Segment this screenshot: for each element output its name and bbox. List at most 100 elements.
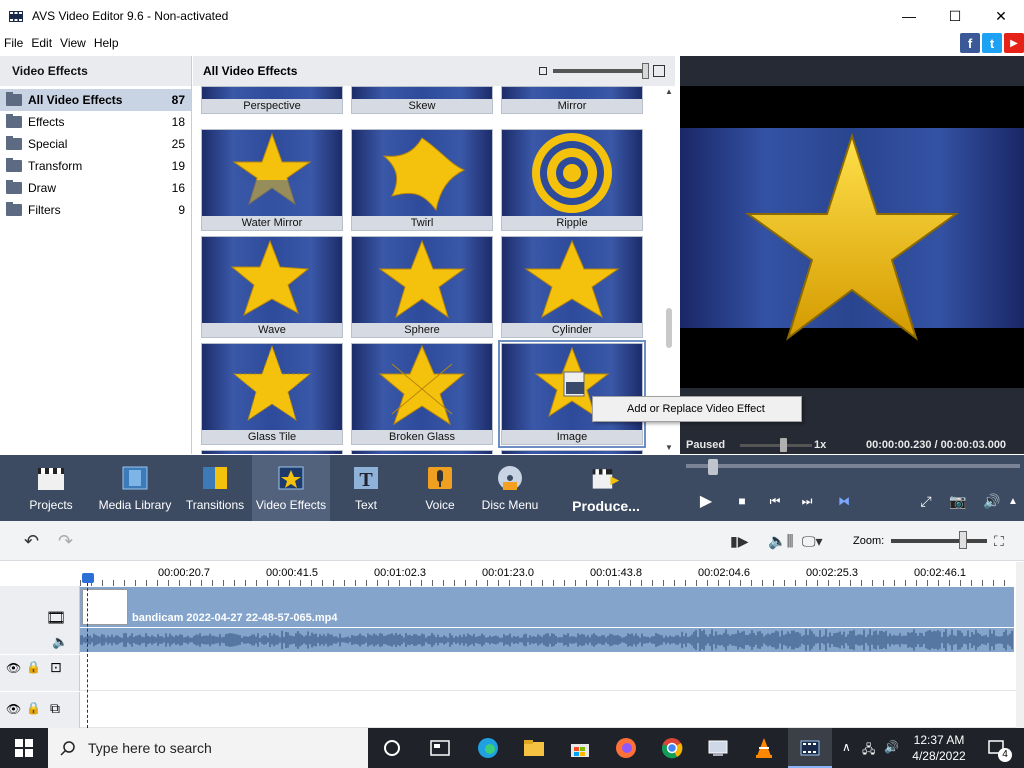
effect-tile-image[interactable]: Image	[498, 340, 646, 448]
audio-waveform[interactable]	[80, 628, 1014, 652]
scroll-down-icon[interactable]: ▼	[663, 442, 675, 454]
audio-mute-icon[interactable]: 🔈	[52, 634, 68, 650]
avs-video-editor-taskbar-button[interactable]	[788, 728, 832, 768]
category-special[interactable]: Special 25	[0, 133, 191, 155]
large-size-icon[interactable]	[653, 65, 665, 77]
effect-tile-skew[interactable]: Skew	[351, 86, 493, 114]
scroll-up-icon[interactable]: ▲	[663, 86, 675, 98]
chrome-icon[interactable]	[660, 736, 684, 760]
effect-tile-next-row[interactable]	[351, 450, 493, 454]
effect-tile-next-row[interactable]	[501, 450, 643, 454]
firefox-icon[interactable]	[614, 736, 638, 760]
voice-label: Voice	[425, 498, 455, 512]
taskbar-clock[interactable]: 12:37 AM 4/28/2022	[908, 732, 970, 764]
notifications-icon[interactable]: 4	[984, 736, 1012, 762]
effect-tile-cylinder[interactable]: Cylinder	[501, 236, 643, 338]
volume-icon[interactable]: 🔊	[980, 489, 1004, 513]
video-effects-button[interactable]: Video Effects	[252, 455, 330, 521]
seek-bar-track[interactable]	[686, 464, 1020, 468]
thumbnail-size-slider[interactable]	[539, 63, 665, 79]
vlc-icon[interactable]	[752, 736, 776, 760]
youtube-icon[interactable]: ▶	[1004, 33, 1024, 53]
playhead[interactable]	[82, 573, 94, 583]
menu-edit[interactable]: Edit	[27, 36, 56, 50]
projects-button[interactable]: Projects	[20, 455, 82, 521]
timeline-zoom-thumb[interactable]	[959, 531, 967, 549]
effect-tile-sphere[interactable]: Sphere	[351, 236, 493, 338]
effects-track[interactable]	[80, 655, 1016, 691]
edge-icon[interactable]	[476, 736, 500, 760]
timeline-scrollbar[interactable]	[1016, 562, 1024, 728]
file-explorer-icon[interactable]	[522, 736, 546, 760]
maximize-button[interactable]: ☐	[932, 0, 978, 32]
play-icon[interactable]: ▶	[694, 489, 718, 513]
close-button[interactable]: ✕	[978, 0, 1024, 32]
network-icon[interactable]: 🖧	[862, 740, 875, 761]
preview-stage[interactable]	[680, 86, 1024, 388]
fullscreen-icon[interactable]: ⤢	[914, 489, 938, 513]
thumbnail-size-thumb[interactable]	[642, 63, 649, 79]
microsoft-store-icon[interactable]	[568, 736, 592, 760]
split-clip-icon[interactable]: ▮▶	[730, 533, 748, 550]
effect-tile-water-mirror[interactable]: Water Mirror	[201, 129, 343, 231]
thumbnail-size-track[interactable]	[553, 63, 649, 79]
lock-icon[interactable]: 🔒	[26, 701, 41, 715]
timeline-ruler[interactable]: 00:00:20.7 00:00:41.5 00:01:02.3 00:01:2…	[0, 562, 1024, 586]
redo-icon[interactable]: ↷	[58, 531, 73, 552]
context-menu-add-replace-effect[interactable]: Add or Replace Video Effect	[627, 403, 765, 415]
speed-slider-track[interactable]	[740, 444, 812, 447]
small-size-icon[interactable]	[539, 67, 547, 75]
media-library-button[interactable]: Media Library	[98, 455, 172, 521]
voice-button[interactable]: Voice	[414, 455, 466, 521]
effect-tile-broken-glass[interactable]: Broken Glass	[351, 343, 493, 445]
menu-file[interactable]: File	[0, 36, 27, 50]
video-clip[interactable]: bandicam 2022-04-27 22-48-57-065.mp4	[80, 587, 1014, 627]
facebook-icon[interactable]: f	[960, 33, 980, 53]
category-effects[interactable]: Effects 18	[0, 111, 191, 133]
seek-bar-thumb[interactable]	[708, 459, 718, 475]
next-frame-icon[interactable]: ⏭	[795, 489, 819, 513]
taskbar-search[interactable]: Type here to search	[48, 728, 368, 768]
split-icon[interactable]: ⧓	[832, 489, 856, 513]
category-all-video-effects[interactable]: All Video Effects 87	[0, 89, 191, 111]
category-transform[interactable]: Transform 19	[0, 155, 191, 177]
effect-tile-next-row[interactable]	[201, 450, 343, 454]
scrollbar-thumb[interactable]	[666, 308, 672, 348]
menu-help[interactable]: Help	[90, 36, 123, 50]
start-button[interactable]	[0, 728, 48, 768]
effect-tile-ripple[interactable]: Ripple	[501, 129, 643, 231]
speaker-icon[interactable]: 🔊	[884, 740, 899, 754]
undo-icon[interactable]: ↶	[24, 531, 39, 552]
overlay-track[interactable]	[80, 692, 1016, 728]
disc-menu-button[interactable]: Disc Menu	[478, 455, 542, 521]
task-view-icon[interactable]	[380, 736, 404, 760]
snapshot-icon[interactable]: 📷	[946, 489, 970, 513]
more-options-icon[interactable]: ▲	[1006, 489, 1020, 513]
effect-tile-perspective[interactable]: Perspective	[201, 86, 343, 114]
fit-timeline-icon[interactable]: ⛶	[994, 533, 1004, 550]
lock-icon[interactable]: 🔒	[26, 660, 41, 674]
speed-slider-thumb[interactable]	[780, 438, 787, 452]
stop-icon[interactable]: ■	[730, 489, 754, 513]
show-hidden-icons[interactable]: ∧	[842, 740, 851, 754]
eye-icon[interactable]: 👁	[6, 661, 21, 675]
timeline-zoom-track[interactable]	[891, 539, 987, 543]
text-button[interactable]: T Text	[340, 455, 392, 521]
twitter-icon[interactable]: t	[982, 33, 1002, 53]
effect-tile-glass-tile[interactable]: Glass Tile	[201, 343, 343, 445]
produce-button[interactable]: Produce...	[568, 455, 644, 521]
menu-view[interactable]: View	[56, 36, 90, 50]
eye-icon[interactable]: 👁	[6, 702, 21, 716]
effect-tile-twirl[interactable]: Twirl	[351, 129, 493, 231]
category-filters[interactable]: Filters 9	[0, 199, 191, 221]
control-panel-icon[interactable]	[706, 736, 730, 760]
previous-frame-icon[interactable]: ⏮	[763, 489, 787, 513]
effect-tile-wave[interactable]: Wave	[201, 236, 343, 338]
transitions-button[interactable]: Transitions	[184, 455, 246, 521]
minimize-button[interactable]: —	[886, 0, 932, 32]
effect-tile-mirror[interactable]: Mirror	[501, 86, 643, 114]
widgets-icon[interactable]	[428, 736, 452, 760]
category-draw[interactable]: Draw 16	[0, 177, 191, 199]
audio-mixer-icon[interactable]: 🔈⫼	[768, 532, 794, 550]
display-mode-icon[interactable]: 🖵▾	[802, 533, 823, 550]
